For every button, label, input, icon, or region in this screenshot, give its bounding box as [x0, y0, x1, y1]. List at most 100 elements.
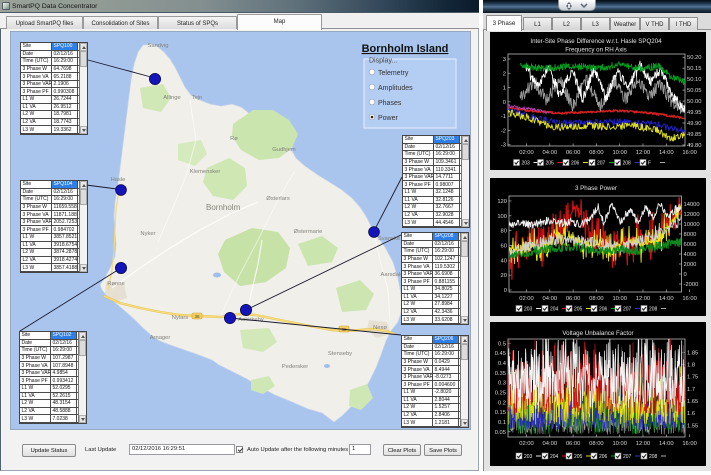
- svg-text:2000: 2000: [684, 262, 697, 268]
- svg-text:08:00: 08:00: [589, 296, 604, 302]
- svg-text:203: 203: [524, 454, 533, 460]
- svg-text:0: 0: [503, 100, 506, 106]
- svg-text:1.55: 1.55: [687, 423, 698, 429]
- svg-text:Tejn: Tejn: [192, 95, 203, 101]
- svg-text:10000: 10000: [684, 222, 700, 228]
- svg-text:-2000: -2000: [684, 282, 699, 288]
- svg-text:3 Phase Power: 3 Phase Power: [575, 185, 617, 192]
- svg-text:50.20: 50.20: [687, 55, 702, 61]
- svg-text:Østermarie: Østermarie: [294, 229, 323, 235]
- svg-text:208: 208: [649, 454, 658, 460]
- svg-text:0.4: 0.4: [498, 361, 507, 367]
- svg-text:Nyker: Nyker: [140, 231, 155, 237]
- svg-text:02:00: 02:00: [519, 441, 534, 447]
- svg-text:0.05: 0.05: [495, 430, 506, 436]
- svg-text:49.80: 49.80: [687, 143, 702, 149]
- svg-text:-2: -2: [501, 128, 506, 134]
- svg-text:02:00: 02:00: [519, 150, 534, 156]
- svg-text:50.15: 50.15: [687, 66, 702, 72]
- svg-text:20: 20: [501, 273, 507, 279]
- svg-text:203: 203: [522, 161, 531, 167]
- svg-text:50.10: 50.10: [687, 77, 702, 83]
- svg-text:206: 206: [599, 307, 608, 313]
- svg-text:Rønne: Rønne: [107, 281, 124, 287]
- svg-text:06:00: 06:00: [566, 441, 581, 447]
- svg-text:Klemensker: Klemensker: [190, 169, 221, 175]
- svg-text:1.75: 1.75: [687, 375, 698, 381]
- svg-text:14:00: 14:00: [659, 296, 674, 302]
- svg-text:208: 208: [623, 161, 632, 167]
- svg-text:3: 3: [503, 57, 506, 63]
- svg-text:Display...: Display...: [369, 58, 397, 65]
- svg-text:120: 120: [497, 199, 507, 205]
- svg-text:Frequency on RH Axis: Frequency on RH Axis: [565, 47, 627, 54]
- svg-text:0: 0: [684, 272, 687, 278]
- svg-text:4000: 4000: [684, 252, 697, 258]
- svg-text:49.90: 49.90: [687, 121, 702, 127]
- svg-text:1.7: 1.7: [687, 387, 695, 393]
- svg-text:1.8: 1.8: [687, 363, 695, 369]
- svg-text:Power: Power: [378, 115, 399, 122]
- svg-text:Nexø: Nexø: [373, 325, 387, 331]
- svg-text:1.85: 1.85: [687, 350, 698, 356]
- svg-text:06:00: 06:00: [566, 150, 581, 156]
- svg-text:Arnager: Arnager: [150, 335, 171, 341]
- svg-text:16:00: 16:00: [682, 441, 697, 447]
- svg-text:10:00: 10:00: [612, 441, 627, 447]
- svg-text:0.1: 0.1: [498, 420, 506, 426]
- svg-text:Østerlars: Østerlars: [266, 196, 290, 202]
- svg-text:04:00: 04:00: [543, 441, 558, 447]
- svg-text:14:00: 14:00: [659, 150, 674, 156]
- svg-text:-3: -3: [501, 143, 506, 149]
- svg-text:Bornholm Island: Bornholm Island: [362, 43, 449, 55]
- svg-text:38: 38: [194, 314, 200, 319]
- svg-text:49.85: 49.85: [687, 132, 702, 138]
- svg-text:Stenseby: Stenseby: [328, 351, 352, 357]
- svg-text:207: 207: [623, 307, 632, 313]
- svg-text:Bornholm: Bornholm: [206, 203, 241, 212]
- svg-text:06:00: 06:00: [566, 296, 581, 302]
- svg-text:F: F: [648, 161, 651, 167]
- svg-text:14000: 14000: [684, 202, 700, 208]
- svg-text:8000: 8000: [684, 232, 697, 238]
- svg-text:Hasle: Hasle: [111, 177, 126, 183]
- svg-text:60: 60: [501, 243, 507, 249]
- svg-text:204: 204: [550, 307, 559, 313]
- svg-text:08:00: 08:00: [589, 441, 604, 447]
- svg-text:16:00: 16:00: [682, 296, 697, 302]
- svg-text:207: 207: [597, 161, 606, 167]
- svg-text:Pedersker: Pedersker: [282, 364, 308, 370]
- svg-text:205: 205: [546, 161, 555, 167]
- svg-text:0.25: 0.25: [495, 390, 506, 396]
- svg-text:40: 40: [501, 258, 507, 264]
- svg-text:10:00: 10:00: [612, 296, 627, 302]
- svg-text:50.00: 50.00: [687, 99, 702, 105]
- svg-text:Rø: Rø: [230, 136, 238, 142]
- svg-text:Allinge: Allinge: [163, 95, 180, 101]
- svg-text:12:00: 12:00: [636, 150, 651, 156]
- svg-text:1.6: 1.6: [687, 411, 695, 417]
- svg-text:Gudhjem: Gudhjem: [272, 147, 296, 153]
- svg-text:12:00: 12:00: [636, 441, 651, 447]
- svg-text:0.5: 0.5: [498, 341, 506, 347]
- svg-text:10:00: 10:00: [612, 150, 627, 156]
- svg-text:49.95: 49.95: [687, 110, 702, 116]
- svg-text:206: 206: [571, 161, 580, 167]
- svg-text:12:00: 12:00: [636, 296, 651, 302]
- svg-text:Nylars: Nylars: [172, 315, 189, 321]
- svg-text:16:00: 16:00: [682, 150, 697, 156]
- svg-text:Inter-Site Phase Difference w.: Inter-Site Phase Difference w.r.t. Hasle…: [530, 38, 662, 45]
- svg-text:203: 203: [524, 307, 533, 313]
- svg-text:205: 205: [574, 454, 583, 460]
- svg-text:80: 80: [501, 229, 507, 235]
- svg-text:204: 204: [550, 454, 559, 460]
- svg-text:-1: -1: [501, 114, 506, 120]
- svg-text:1: 1: [503, 86, 506, 92]
- svg-text:0.2: 0.2: [498, 400, 506, 406]
- svg-text:Voltage Unbalance Factor: Voltage Unbalance Factor: [562, 330, 633, 337]
- svg-text:205: 205: [574, 307, 583, 313]
- svg-text:206: 206: [599, 454, 608, 460]
- svg-text:Sandvig: Sandvig: [148, 43, 169, 49]
- svg-text:100: 100: [497, 214, 507, 220]
- svg-text:0.35: 0.35: [495, 371, 506, 377]
